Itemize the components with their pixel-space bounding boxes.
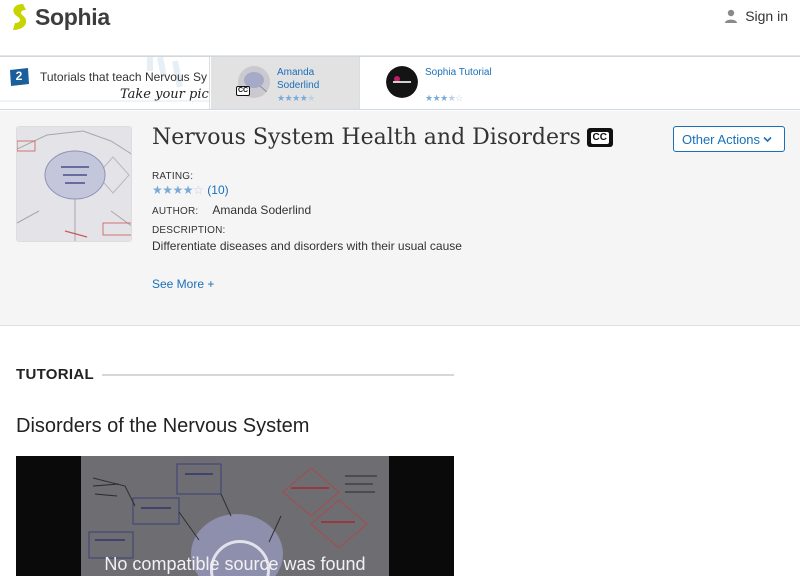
stars-filled: ★★★	[425, 93, 448, 103]
tutorial-section-header: TUTORIAL	[16, 366, 454, 383]
option-author-first: Amanda	[277, 67, 315, 78]
sign-in-label: Sign in	[745, 8, 788, 24]
stars-empty: ★	[307, 93, 315, 103]
rating-count-link[interactable]: (10)	[207, 183, 228, 197]
tutorial-count: 2	[15, 69, 23, 83]
video-error-message: No compatible source was found	[104, 554, 366, 574]
option-author-last: Soderlind	[277, 80, 320, 91]
user-icon	[725, 9, 738, 23]
thumbnail-image	[17, 127, 131, 241]
rating-row: ★★★★☆ (10)	[152, 183, 229, 197]
rating-stars-filled: ★★★★	[152, 183, 194, 197]
site-header: Sophia Sign in	[0, 0, 800, 56]
closed-captions-icon: CC	[236, 86, 250, 96]
sign-in-button[interactable]: Sign in	[724, 8, 788, 24]
title-row: Nervous System Health and Disorders CC	[152, 125, 613, 150]
video-player[interactable]: No compatible source was found	[16, 456, 454, 576]
section-divider	[101, 373, 454, 376]
strip-intro: 2 Tutorials that teach Nervous Sy Take y…	[0, 57, 210, 109]
tutorial-option-amanda[interactable]: CC Amanda Soderlind ★★★★★	[211, 57, 359, 109]
closed-captions-icon: CC	[586, 128, 613, 147]
sophia-logo-icon	[13, 4, 27, 30]
rating-label: RATING:	[152, 171, 194, 182]
logo-text: Sophia	[35, 3, 110, 30]
tutorial-count-badge: 2	[8, 68, 30, 86]
sophia-tutorial-avatar-image	[386, 66, 418, 98]
stars-filled: ★★★★	[277, 93, 308, 103]
page-title: Nervous System Health and Disorders	[152, 125, 581, 150]
option-rating-stars: ★★★★☆	[425, 94, 463, 103]
tutorial-option-sophia[interactable]: Sophia Tutorial ★★★★☆	[359, 57, 800, 109]
other-actions-label: Other Actions	[682, 131, 761, 147]
tutorial-title: Disorders of the Nervous System	[16, 415, 310, 437]
tutorial-section-label: TUTORIAL	[16, 366, 94, 383]
rating-stars-empty: ☆	[193, 183, 204, 197]
option-author-name: Amanda Soderlind	[277, 66, 349, 92]
stars-empty: ☆	[455, 93, 463, 103]
strip-title: Tutorials that teach Nervous Sy	[40, 70, 207, 84]
author-row: AUTHOR: Amanda Soderlind	[152, 203, 311, 217]
chevron-down-icon	[763, 136, 772, 143]
tutorial-choice-strip: 2 Tutorials that teach Nervous Sy Take y…	[0, 56, 800, 110]
option-author-name: Sophia Tutorial	[425, 67, 492, 78]
see-more-link[interactable]: See More +	[152, 277, 214, 291]
description-text: Differentiate diseases and disorders wit…	[152, 239, 462, 253]
tutorial-info-panel: Nervous System Health and Disorders CC O…	[0, 111, 800, 326]
author-name: Amanda Soderlind	[212, 203, 312, 217]
rating-stars[interactable]: ★★★★☆	[152, 183, 204, 197]
description-label: DESCRIPTION:	[152, 225, 226, 236]
sophia-logo[interactable]: Sophia	[10, 3, 110, 31]
avatar	[386, 66, 418, 98]
take-your-pick-label: Take your pick:	[120, 87, 209, 102]
option-rating-stars: ★★★★★	[277, 94, 315, 103]
tutorial-thumbnail[interactable]	[16, 126, 132, 242]
other-actions-button[interactable]: Other Actions	[673, 126, 785, 152]
cc-label: CC	[590, 131, 609, 144]
author-label: AUTHOR:	[152, 206, 199, 217]
